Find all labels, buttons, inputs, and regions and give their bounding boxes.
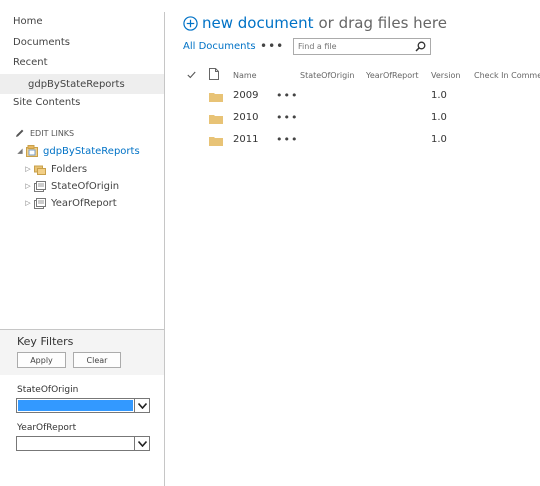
tree-item-label: Folders xyxy=(51,163,88,175)
collapse-arrow-icon[interactable]: ◢ xyxy=(16,147,24,155)
column-header-check-in-comment[interactable]: Check In Comment xyxy=(474,71,540,80)
add-circle-icon[interactable] xyxy=(183,15,198,31)
tree-item-stateoforigin[interactable]: ▷ StateOfOrigin xyxy=(24,180,119,192)
folder-icon xyxy=(209,93,223,102)
metadata-icon xyxy=(34,198,46,209)
folder-icon xyxy=(209,137,223,146)
expand-arrow-icon[interactable]: ▷ xyxy=(24,199,32,207)
yearofreport-filter-label: YearOfReport xyxy=(17,423,77,433)
row-version: 1.0 xyxy=(431,90,447,101)
key-filters-title: Key Filters xyxy=(17,335,74,348)
find-file-input[interactable] xyxy=(294,39,414,54)
view-all-documents[interactable]: All Documents xyxy=(183,41,256,52)
column-header-stateoforigin[interactable]: StateOfOrigin xyxy=(300,71,354,80)
tree-root-label: gdpByStateReports xyxy=(43,145,140,157)
clear-button[interactable]: Clear xyxy=(73,352,121,368)
dropdown-arrow-icon[interactable] xyxy=(134,437,149,450)
folder-icon xyxy=(209,115,223,124)
nav-item-gdpbystatereports[interactable]: gdpByStateReports xyxy=(28,79,125,90)
apply-button[interactable]: Apply xyxy=(17,352,66,368)
tree-item-label: YearOfReport xyxy=(51,197,117,209)
nav-item-documents[interactable]: Documents xyxy=(13,37,70,48)
view-more-menu[interactable]: ••• xyxy=(260,39,284,53)
dropdown-arrow-icon[interactable] xyxy=(134,399,149,412)
tree-item-folders[interactable]: ▷ Folders xyxy=(24,163,87,175)
folders-icon xyxy=(34,165,46,175)
metadata-icon xyxy=(34,181,46,192)
expand-arrow-icon[interactable]: ▷ xyxy=(24,182,32,190)
library-icon xyxy=(26,145,38,157)
search-icon[interactable] xyxy=(415,41,426,52)
expand-arrow-icon[interactable]: ▷ xyxy=(24,165,32,173)
row-name-link[interactable]: 2009 xyxy=(233,90,258,101)
stateoforigin-select-value xyxy=(18,408,21,417)
document-type-icon xyxy=(209,68,219,80)
table-row[interactable]: 2009 ••• 1.0 xyxy=(165,86,540,108)
new-document-bar: new document or drag files here xyxy=(183,14,447,32)
edit-links[interactable]: EDIT LINKS xyxy=(15,128,74,138)
row-more-menu[interactable]: ••• xyxy=(276,89,298,102)
new-document-link[interactable]: new document xyxy=(202,14,313,32)
nav-item-site-contents[interactable]: Site Contents xyxy=(13,97,80,108)
nav-item-recent[interactable]: Recent xyxy=(13,57,48,68)
row-more-menu[interactable]: ••• xyxy=(276,133,298,146)
row-more-menu[interactable]: ••• xyxy=(276,111,298,124)
row-name-link[interactable]: 2011 xyxy=(233,134,258,145)
stateoforigin-select[interactable] xyxy=(16,398,150,413)
tree-item-label: StateOfOrigin xyxy=(51,180,120,192)
pencil-icon xyxy=(16,129,24,137)
tree-root[interactable]: ◢ gdpByStateReports xyxy=(16,145,140,157)
find-file-search[interactable] xyxy=(293,38,431,55)
row-version: 1.0 xyxy=(431,112,447,123)
row-name-link[interactable]: 2010 xyxy=(233,112,258,123)
column-header-yearofreport[interactable]: YearOfReport xyxy=(366,71,419,80)
row-version: 1.0 xyxy=(431,134,447,145)
column-header-name[interactable]: Name xyxy=(233,71,257,80)
drag-files-hint: or drag files here xyxy=(318,14,447,32)
select-all-checkmark-icon[interactable] xyxy=(187,71,196,79)
table-row[interactable]: 2010 ••• 1.0 xyxy=(165,108,540,130)
left-navigation: Home Documents Recent gdpByStateReports … xyxy=(0,0,164,486)
stateoforigin-filter-label: StateOfOrigin xyxy=(17,385,79,395)
column-header-version[interactable]: Version xyxy=(431,71,460,80)
yearofreport-select[interactable] xyxy=(16,436,150,451)
edit-links-label: EDIT LINKS xyxy=(30,128,75,138)
tree-item-yearofreport[interactable]: ▷ YearOfReport xyxy=(24,197,117,209)
nav-item-home[interactable]: Home xyxy=(13,16,43,27)
table-row[interactable]: 2011 ••• 1.0 xyxy=(165,130,540,152)
select-highlight xyxy=(18,400,133,411)
document-library: new document or drag files here All Docu… xyxy=(165,0,540,486)
